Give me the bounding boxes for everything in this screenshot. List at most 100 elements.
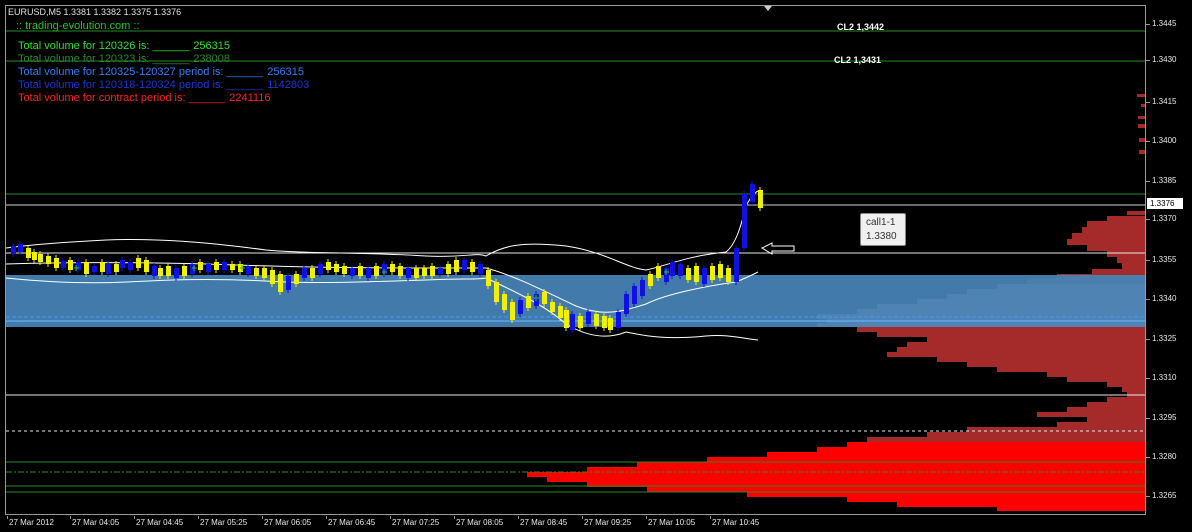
price-tick-label: 1.3385 (1152, 176, 1177, 185)
candle-body (406, 268, 411, 278)
candle-body (742, 194, 747, 248)
price-tick-mark (1146, 260, 1150, 261)
chart-shift-marker-icon[interactable] (764, 6, 772, 11)
alert-callout[interactable]: call1-1 1.3380 (860, 213, 906, 246)
symbol-header: EURUSD,M5 1.3381 1.3382 1.3375 1.3376 (8, 7, 182, 17)
callout-title: call1-1 (866, 217, 896, 228)
volume-profile-bar (897, 502, 1145, 507)
volume-profile-bar (1139, 150, 1145, 154)
candle-body (350, 268, 355, 276)
time-tick-mark (262, 516, 263, 519)
price-tick-label: 1.3400 (1152, 136, 1177, 145)
volume-profile-bar (847, 497, 1145, 502)
candle-body (616, 312, 621, 328)
candle-body (686, 268, 691, 280)
time-tick-mark (454, 516, 455, 519)
price-tick-label: 1.3265 (1152, 491, 1177, 500)
price-tick-label: 1.3340 (1152, 294, 1177, 303)
time-tick-label: 27 Mar 08:45 (520, 518, 568, 527)
volume-line-previous-period: Total volume for 120318-120324 period is… (18, 79, 310, 91)
price-tick-mark (1146, 141, 1150, 142)
candle-body (326, 262, 331, 270)
candle-body (454, 260, 459, 272)
candle-body (430, 266, 435, 276)
price-tick-label: 1.3310 (1152, 373, 1177, 382)
price-tick-mark (1146, 24, 1150, 25)
price-tick-label: 1.3370 (1152, 214, 1177, 223)
time-tick-label: 27 Mar 10:45 (712, 518, 760, 527)
price-tick-mark (1146, 378, 1150, 379)
time-tick-label: 27 Mar 05:25 (200, 518, 248, 527)
candle-body (648, 274, 653, 286)
time-tick-mark (518, 516, 519, 519)
candle-body (710, 266, 715, 280)
candle-body (286, 276, 291, 290)
volume-profile-bar (967, 362, 1145, 367)
candle-body (100, 262, 105, 272)
volume-profile-bar (1138, 116, 1145, 119)
price-tick-label: 1.3295 (1152, 413, 1177, 422)
candle-body (758, 190, 763, 208)
volume-profile-bar (1087, 221, 1145, 227)
candle-body (214, 262, 219, 270)
price-tick-label: 1.3430 (1152, 55, 1177, 64)
candle-body (174, 268, 179, 278)
candle-body (502, 294, 507, 310)
time-tick-mark (390, 516, 391, 519)
candle-body (542, 292, 547, 304)
level-label-cl2-upper: CL2 1,3442 (837, 22, 885, 32)
candle-body (578, 316, 583, 328)
volume-profile-bar (1037, 412, 1145, 417)
candle-body (38, 254, 43, 262)
volume-line-previous-day: Total volume for 120323 is: ______ 238008 (18, 53, 230, 65)
candle-body (158, 268, 163, 276)
volume-profile-bar (1137, 94, 1145, 97)
candle-body (678, 264, 683, 276)
time-axis[interactable]: 27 Mar 2012 27 Mar 04:05 27 Mar 04:45 27 Ma… (0, 516, 1146, 532)
candle-body (366, 268, 371, 278)
candle-body (114, 264, 119, 272)
candle-body (398, 266, 403, 276)
volume-profile-bar (817, 447, 1145, 452)
volume-profile-bar (1138, 124, 1145, 128)
volume-profile-bar (1107, 251, 1145, 257)
time-tick-label: 27 Mar 08:05 (456, 518, 504, 527)
volume-profile-bar (1082, 227, 1145, 233)
time-tick-label: 27 Mar 06:45 (328, 518, 376, 527)
price-axis[interactable]: 1.3445 1.3430 1.3415 1.3400 1.3385 1.3370 1.33… (1146, 5, 1192, 515)
volume-profile-bar (767, 452, 1145, 457)
volume-profile-bar (1087, 417, 1145, 422)
candle-body (694, 266, 699, 282)
candle-body (302, 268, 307, 278)
candle-body (494, 282, 499, 302)
candle-body (702, 268, 707, 284)
candle-body (422, 268, 427, 276)
level-label-cl2-lower: CL2 1,3431 (834, 55, 882, 65)
volume-profile-bar (637, 462, 1145, 467)
candle-body (310, 268, 315, 278)
candle-body (68, 260, 73, 270)
candle-body (26, 248, 31, 258)
time-tick-mark (582, 516, 583, 519)
volume-profile-bar (1072, 233, 1145, 239)
time-tick-mark (198, 516, 199, 519)
time-tick-label: 27 Mar 10:05 (648, 518, 696, 527)
candle-body (46, 256, 51, 264)
volume-profile-bar (1057, 422, 1145, 427)
candle-body (152, 266, 157, 276)
candle-body (718, 264, 723, 278)
volume-profile-bar (1067, 377, 1145, 382)
candle-body (586, 312, 591, 324)
candle-body (106, 264, 111, 274)
volume-profile-bar (1122, 387, 1145, 392)
candle-body (358, 266, 363, 276)
volume-profile-bar (527, 472, 1145, 477)
candle-body (608, 318, 613, 330)
time-tick-mark (70, 516, 71, 519)
candle-body (230, 264, 235, 270)
candle-body (120, 260, 125, 268)
volume-profile-bar (997, 367, 1145, 372)
price-tick-label: 1.3445 (1152, 19, 1177, 28)
volume-profile-bar (1107, 397, 1145, 402)
volume-profile-bar (1122, 263, 1145, 269)
